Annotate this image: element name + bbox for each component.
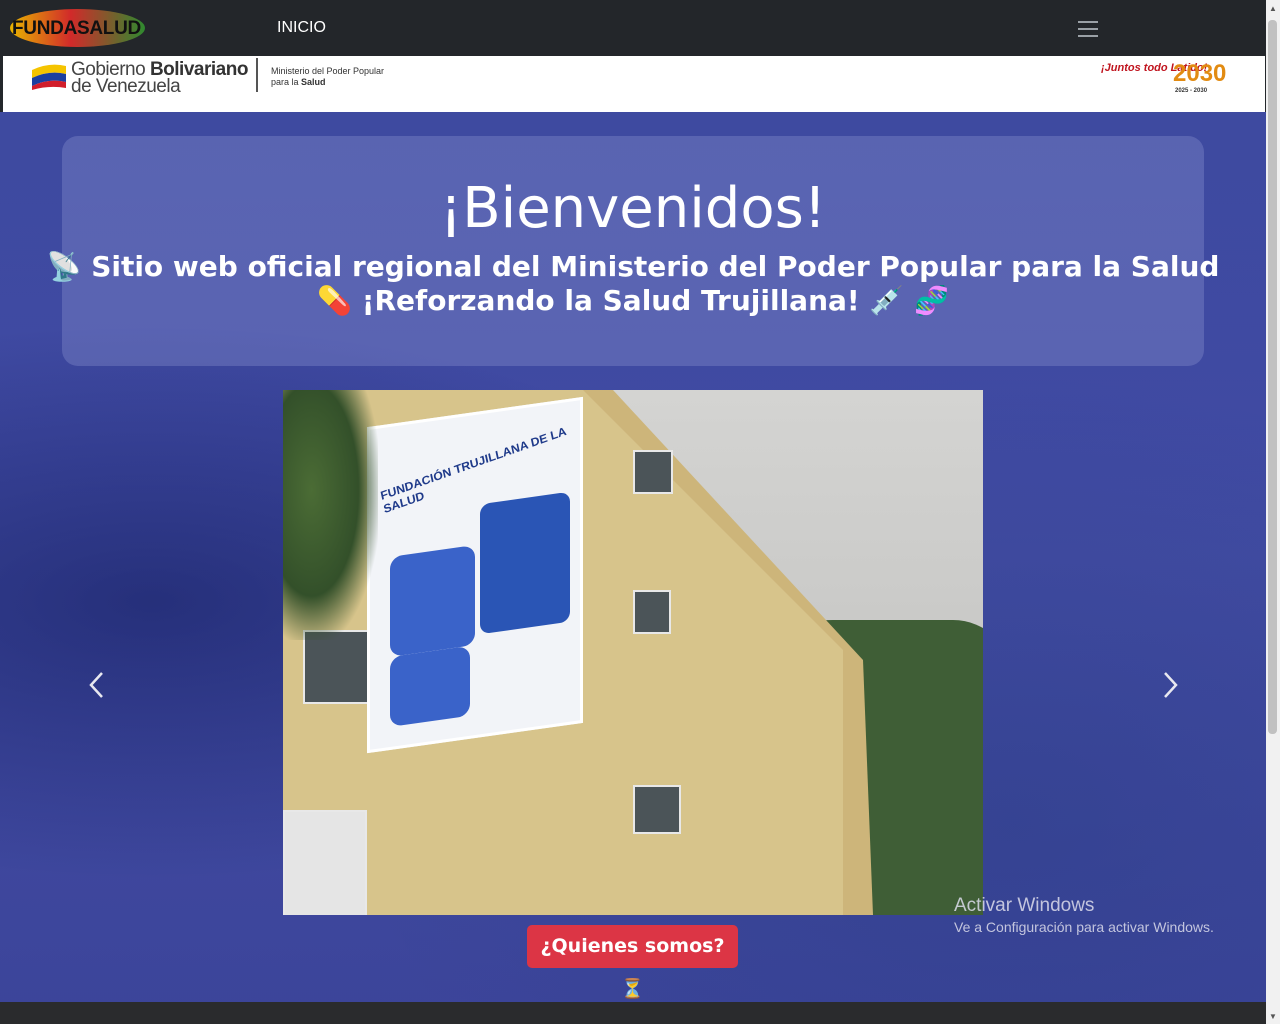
building-window	[303, 630, 377, 704]
brand-text: FUNDASALUD	[12, 18, 141, 39]
gob-line-2: de Venezuela	[71, 76, 181, 97]
windows-watermark-subtitle: Ve a Configuración para activar Windows.	[954, 919, 1214, 935]
building-window	[283, 810, 367, 915]
palm-tree	[283, 390, 378, 640]
ministry-line-2: para la Salud	[271, 77, 326, 87]
hero-section: ¡Bienvenidos! 📡 Sitio web oficial region…	[0, 112, 1266, 1002]
quienes-somos-button[interactable]: ¿Quienes somos? ⏳	[527, 925, 738, 1000]
building-window	[633, 450, 673, 494]
banner-divider	[256, 58, 258, 92]
windows-watermark-title: Activar Windows	[954, 895, 1095, 916]
chevron-left-icon[interactable]	[87, 670, 107, 700]
building-billboard: FUNDACIÓN TRUJILLANA DE LA SALUD	[367, 396, 583, 754]
nav-link-inicio[interactable]: INICIO	[277, 19, 326, 37]
government-banner: Gobierno Bolivariano de Venezuela Minist…	[3, 56, 1265, 112]
building-window	[633, 590, 671, 634]
logo-2030: 2030 2025 - 2030	[1173, 60, 1227, 94]
carousel-slide-image: FUNDACIÓN TRUJILLANA DE LA SALUD	[283, 390, 983, 915]
page-title: ¡Bienvenidos!	[439, 176, 827, 241]
brand-logo[interactable]: FUNDASALUD	[10, 9, 145, 47]
chevron-right-icon[interactable]	[1160, 670, 1180, 700]
hero-subtitle-2: 💊 ¡Reforzando la Salud Trujillana! 💉 🧬	[317, 284, 949, 317]
scrollbar-thumb[interactable]	[1268, 20, 1277, 734]
ministry-line-1: Ministerio del Poder Popular	[271, 66, 385, 76]
top-navbar: FUNDASALUD INICIO	[0, 0, 1266, 56]
hamburger-icon[interactable]	[1074, 18, 1102, 40]
venezuela-flag-icon	[32, 64, 66, 90]
page-footer	[0, 1002, 1266, 1024]
scroll-down-icon[interactable]: ▼	[1269, 1012, 1277, 1021]
building-window	[633, 785, 681, 834]
hero-subtitle-1: 📡 Sitio web oficial regional del Ministe…	[46, 250, 1220, 283]
scroll-up-icon[interactable]: ▲	[1269, 4, 1277, 13]
